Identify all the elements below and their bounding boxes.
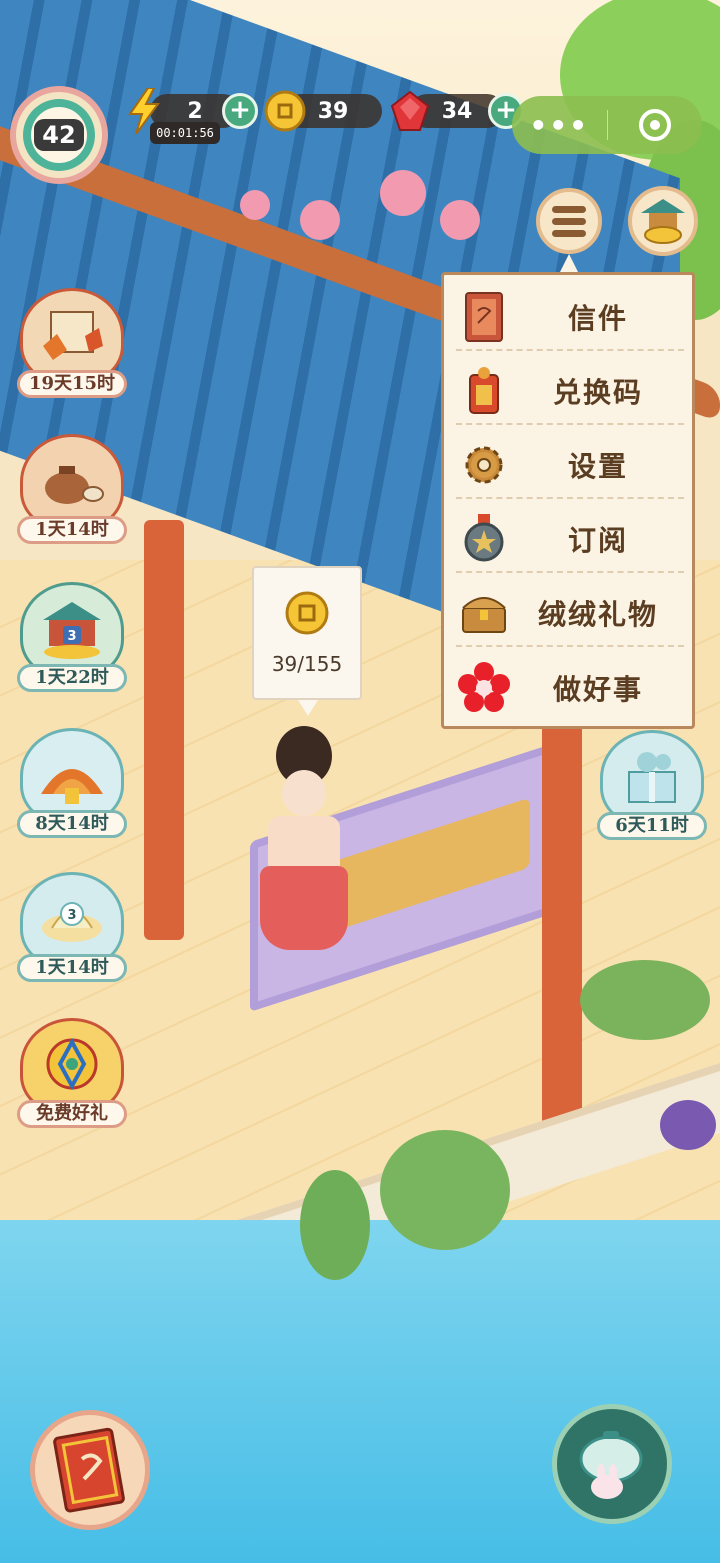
- level-inner: 42: [31, 107, 87, 163]
- red-pillar: [144, 520, 184, 940]
- energy-value: 2: [187, 98, 203, 124]
- close-miniprogram-button[interactable]: [608, 109, 703, 141]
- potted-plant: [300, 1170, 370, 1280]
- event-free-gift[interactable]: 免费好礼: [12, 1018, 132, 1128]
- menu-item-subscribe[interactable]: 订阅: [456, 507, 684, 573]
- event-timer: 1天14时: [17, 954, 127, 982]
- menu-item-label: 绒绒礼物: [537, 598, 658, 631]
- menu-item-label: 兑换码: [552, 376, 643, 409]
- svg-text:3: 3: [67, 629, 76, 644]
- player-character[interactable]: [254, 726, 354, 950]
- svg-text:3: 3: [67, 908, 76, 923]
- player-level-badge[interactable]: 42: [10, 86, 108, 184]
- event-timer: 6天11时: [597, 812, 707, 840]
- energy-timer: 00:01:56: [150, 122, 220, 144]
- player-level: 42: [34, 119, 84, 151]
- event-timer: 19天15时: [17, 370, 127, 398]
- blossom-decoration: [300, 200, 340, 240]
- potted-plant: [660, 1100, 716, 1150]
- flower-bed: [580, 960, 710, 1040]
- more-options-button[interactable]: •••: [512, 109, 607, 142]
- plus-icon: +: [229, 95, 251, 125]
- main-menu-dropdown: 信件 兑换码 设置 订阅 绒绒礼物 做好事: [441, 272, 695, 729]
- menu-item-label: 订阅: [567, 524, 628, 557]
- event-lotus[interactable]: 3 1天14时: [12, 872, 132, 982]
- teapot-bunny-icon: [579, 1431, 643, 1499]
- event-timer: 1天22时: [17, 664, 127, 692]
- menu-item-good-deeds[interactable]: 做好事: [456, 655, 684, 721]
- tooltip-tail: [298, 700, 318, 716]
- event-autumn-letters[interactable]: 19天15时: [12, 288, 132, 398]
- event-gift-box[interactable]: 6天11时: [592, 730, 712, 840]
- gift-chest-icon: [456, 585, 512, 641]
- coin-bubble-tooltip[interactable]: 39/155: [252, 566, 362, 700]
- event-timer: 8天14时: [17, 810, 127, 838]
- redeem-code-icon: [456, 363, 512, 419]
- blossom-decoration: [380, 170, 426, 216]
- flower-shelf: [380, 1130, 510, 1250]
- menu-item-label: 做好事: [552, 673, 643, 706]
- event-shop-stall[interactable]: 3 1天22时: [12, 582, 132, 692]
- coin-icon: [284, 590, 330, 640]
- list-icon: [552, 205, 586, 213]
- level-ring: 42: [23, 99, 95, 171]
- red-book-icon: [53, 1427, 125, 1513]
- menu-item-redeem-code[interactable]: 兑换码: [456, 359, 684, 425]
- red-flower-icon: [456, 660, 512, 716]
- blossom-decoration: [440, 200, 480, 240]
- gear-icon: [456, 437, 512, 493]
- red-pillar: [542, 720, 582, 1140]
- subscribe-icon: [456, 511, 512, 567]
- red-gem-icon: [390, 90, 430, 132]
- menu-button[interactable]: [536, 188, 602, 254]
- event-autumn-fan[interactable]: 8天14时: [12, 728, 132, 838]
- letter-icon: [456, 289, 512, 345]
- event-tea-set[interactable]: 1天14时: [12, 434, 132, 544]
- menu-item-plush-gift[interactable]: 绒绒礼物: [456, 581, 684, 647]
- miniprogram-capsule: •••: [512, 96, 702, 154]
- coin-progress-text: 39/155: [271, 652, 343, 676]
- event-timer: 免费好礼: [17, 1100, 127, 1128]
- target-icon: [638, 109, 671, 141]
- coin-icon: [264, 90, 306, 132]
- menu-item-settings[interactable]: 设置: [456, 433, 684, 499]
- shop-button[interactable]: [628, 186, 698, 256]
- coin-value: 39: [317, 98, 349, 124]
- menu-item-label: 信件: [567, 302, 628, 335]
- menu-item-label: 设置: [567, 450, 628, 483]
- event-timer: 1天14时: [17, 516, 127, 544]
- gem-value: 34: [441, 98, 473, 124]
- journal-book-button[interactable]: [30, 1410, 150, 1530]
- blossom-decoration: [240, 190, 270, 220]
- menu-caret: [560, 254, 578, 272]
- menu-item-letters[interactable]: 信件: [456, 285, 684, 351]
- teapot-menu-button[interactable]: [552, 1404, 672, 1524]
- pavilion-gold-icon: [641, 199, 685, 244]
- add-energy-button[interactable]: +: [222, 93, 258, 129]
